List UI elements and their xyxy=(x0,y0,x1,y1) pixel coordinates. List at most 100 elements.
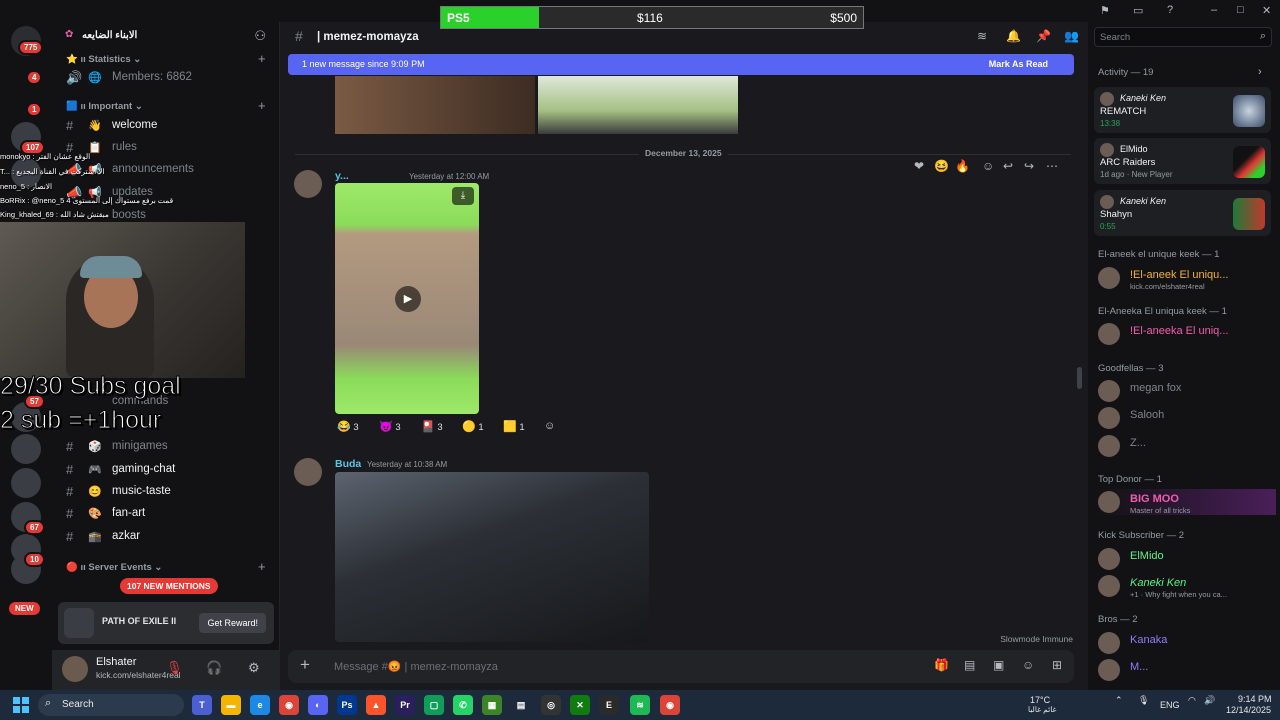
message-image[interactable] xyxy=(538,76,738,134)
channel-welcome[interactable]: # 👋 welcome xyxy=(64,116,268,136)
channel-gaming-chat[interactable]: # 🎮 gaming-chat xyxy=(64,460,268,480)
upload-icon[interactable]: + xyxy=(300,655,310,675)
reaction-sticker[interactable]: 🎴 3 xyxy=(421,420,443,440)
search-input[interactable]: Search ⌕ xyxy=(1094,27,1272,47)
sticker-icon[interactable]: ▣ xyxy=(993,658,1004,672)
member-item[interactable]: !El-aneek El uniqu... kick.com/elshater4r… xyxy=(1096,265,1276,291)
channel-fan-art[interactable]: # 🎨 fan-art xyxy=(64,504,268,524)
headset-icon[interactable]: 🎧 xyxy=(206,660,222,676)
category-statistics[interactable]: ⭐ ıı Statistics ⌄ + xyxy=(66,51,266,66)
avatar[interactable] xyxy=(294,458,322,486)
bell-icon[interactable]: 🔔 xyxy=(1006,29,1021,43)
threads-icon[interactable]: ≋ xyxy=(977,29,987,43)
reaction-sticker[interactable]: 🟡 1 xyxy=(462,420,484,440)
obs-icon[interactable]: ◎ xyxy=(541,695,561,715)
member-item[interactable]: !El-aneeka El uniq... xyxy=(1096,321,1276,347)
inbox-icon[interactable]: ⚑ xyxy=(1100,4,1110,17)
xbox-icon[interactable]: ✕ xyxy=(570,695,590,715)
chrome-icon[interactable]: ◉ xyxy=(279,695,299,715)
channel-rules[interactable]: # 📋 rules xyxy=(64,138,268,158)
member-item[interactable]: ElMido xyxy=(1096,546,1276,572)
message-author[interactable]: Buda xyxy=(335,458,361,470)
avatar[interactable] xyxy=(62,656,88,682)
member-list-icon[interactable]: 👥 xyxy=(1064,29,1079,43)
activity-card[interactable]: ElMido ARC Raiders 1d ago · New Player xyxy=(1094,138,1271,184)
screen-icon[interactable]: ▭ xyxy=(1133,4,1143,17)
member-item[interactable]: Kanaka xyxy=(1096,630,1276,656)
channel-members[interactable]: 🔊 🌐 Members: 6862 xyxy=(64,68,268,88)
member-item[interactable]: Z... xyxy=(1096,433,1276,459)
apps-icon[interactable]: ⊞ xyxy=(1052,658,1062,672)
mark-as-read-button[interactable]: Mark As Read xyxy=(989,59,1048,69)
play-icon[interactable]: ▶ xyxy=(395,286,421,312)
add-channel-icon[interactable]: + xyxy=(258,51,266,66)
category-server-events[interactable]: 🔴 ıı Server Events ⌄ + xyxy=(66,559,266,574)
member-item[interactable]: megan fox xyxy=(1096,378,1276,404)
category-important[interactable]: 🟦 ıı Important ⌄ + xyxy=(66,98,266,113)
server-icon[interactable] xyxy=(11,468,41,498)
close-icon[interactable]: ✕ xyxy=(1262,4,1271,17)
message-image[interactable] xyxy=(335,76,535,134)
wifi-icon[interactable]: ◠ xyxy=(1188,695,1196,706)
gift-icon[interactable]: 🎁 xyxy=(934,658,949,672)
whatsapp-icon[interactable]: ✆ xyxy=(453,695,473,715)
channel-minigames[interactable]: # 🎲 minigames xyxy=(64,437,268,457)
gif-icon[interactable]: ▤ xyxy=(964,658,975,672)
server-icon[interactable] xyxy=(11,434,41,464)
discord-icon[interactable]: ◐ xyxy=(308,695,328,715)
weather-temp[interactable]: 17°C xyxy=(1030,695,1050,705)
message-image[interactable] xyxy=(335,472,649,642)
message-author[interactable]: y... xyxy=(335,170,349,182)
mic-icon[interactable]: 🎙 xyxy=(1138,695,1149,706)
taskbar-search[interactable]: ⌕ Search xyxy=(38,694,184,716)
windows-start-icon[interactable] xyxy=(13,697,29,713)
laugh-icon[interactable]: 😆 xyxy=(934,159,949,173)
activity-card[interactable]: Kaneki Ken REMATCH 13:38 xyxy=(1094,87,1271,133)
message-composer[interactable]: + Message #😡 | memez-momayza 🎁 ▤ ▣ ☺ ⊞ xyxy=(288,650,1074,683)
epic-games-icon[interactable]: E xyxy=(599,695,619,715)
reaction-sticker[interactable]: 🟨 1 xyxy=(503,420,525,440)
clock-time[interactable]: 9:14 PM xyxy=(1238,694,1272,704)
chevron-up-icon[interactable]: ⌃ xyxy=(1115,695,1123,706)
invite-people-icon[interactable]: ⚇ xyxy=(254,28,266,44)
clock-date[interactable]: 12/14/2025 xyxy=(1226,705,1271,715)
reaction-face[interactable]: 😈 3 xyxy=(379,420,401,440)
new-unreads-pill[interactable]: NEW xyxy=(9,602,40,615)
language-indicator[interactable]: ENG xyxy=(1160,700,1180,710)
premiere-icon[interactable]: Pr xyxy=(395,695,415,715)
muted-mic-icon[interactable]: 🎙 xyxy=(166,660,183,676)
member-item[interactable]: BIG MOO Master of all tricks xyxy=(1096,489,1276,515)
app-icon[interactable]: ▢ xyxy=(424,695,444,715)
more-icon[interactable]: ⋯ xyxy=(1046,159,1058,173)
member-item[interactable]: M... xyxy=(1096,657,1276,683)
channel-music-taste[interactable]: # 😊 music-taste xyxy=(64,482,268,502)
member-item[interactable]: Salooh xyxy=(1096,405,1276,431)
member-item[interactable]: Kaneki Ken +1 · Why fight when you ca... xyxy=(1096,573,1276,599)
add-reaction-icon[interactable]: ☺ xyxy=(982,159,994,173)
brave-icon[interactable]: ▲ xyxy=(366,695,386,715)
fire-icon[interactable]: 🔥 xyxy=(955,159,970,173)
spotify-icon[interactable]: ≋ xyxy=(630,695,650,715)
gear-icon[interactable]: ⚙ xyxy=(248,660,260,676)
heart-icon[interactable]: ❤ xyxy=(914,159,924,173)
file-explorer-icon[interactable]: ▬ xyxy=(221,695,241,715)
channel-azkar[interactable]: # 🕋 azkar xyxy=(64,527,268,547)
reply-icon[interactable]: ↩ xyxy=(1003,159,1013,173)
maximize-icon[interactable]: □ xyxy=(1237,4,1244,16)
get-reward-button[interactable]: Get Reward! xyxy=(199,613,266,633)
new-messages-banner[interactable]: 1 new message since 9:09 PM Mark As Read xyxy=(288,54,1074,75)
reaction-laugh[interactable]: 😂 3 xyxy=(337,420,359,440)
minecraft-icon[interactable]: ▦ xyxy=(482,695,502,715)
download-icon[interactable]: ⤓ xyxy=(452,187,474,205)
minimize-icon[interactable]: – xyxy=(1211,4,1217,16)
volume-icon[interactable]: 🔊 xyxy=(1204,695,1215,706)
message-input[interactable]: Message #😡 | memez-momayza xyxy=(334,660,498,673)
guild-header[interactable]: ✿ الابناء الضايعه ⚇ xyxy=(52,22,280,52)
help-icon[interactable]: ? xyxy=(1167,4,1173,16)
avatar[interactable] xyxy=(294,170,322,198)
emoji-icon[interactable]: ☺ xyxy=(1022,658,1034,672)
scrollbar[interactable] xyxy=(1077,367,1082,389)
add-reaction-icon[interactable]: ☺ xyxy=(544,420,555,440)
pin-icon[interactable]: 📌 xyxy=(1036,29,1051,43)
edge-icon[interactable]: e xyxy=(250,695,270,715)
